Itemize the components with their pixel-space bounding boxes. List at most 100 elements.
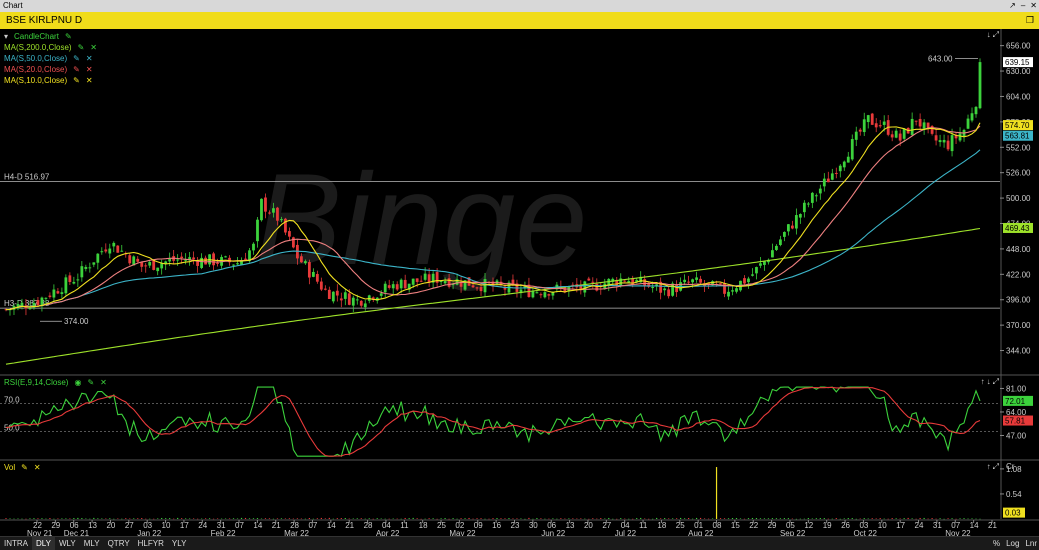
- vol-bar: [173, 518, 175, 520]
- vol-bar: [819, 518, 821, 519]
- close-icon[interactable]: ✕: [1030, 0, 1037, 12]
- minimize-icon[interactable]: –: [1021, 0, 1025, 12]
- candle-body: [363, 303, 367, 308]
- legend-ma20[interactable]: MA(S,20.0,Close) ✎ ✕: [4, 64, 97, 75]
- edit-pencil-icon[interactable]: ✎: [21, 462, 28, 473]
- candle-body: [755, 267, 758, 274]
- vol-bar: [356, 518, 358, 519]
- candle-body: [926, 122, 930, 128]
- candle-body: [882, 121, 886, 125]
- tf-halfyearly[interactable]: HLFYR: [134, 537, 168, 550]
- candle-body: [910, 118, 914, 135]
- candle-body: [268, 212, 271, 214]
- vol-bar: [959, 518, 961, 519]
- candle-body: [104, 249, 108, 252]
- candle-body: [651, 286, 655, 288]
- tf-monthly[interactable]: MLY: [80, 537, 104, 550]
- linear-scale-button[interactable]: Lnr: [1025, 537, 1037, 550]
- candle-body: [723, 282, 726, 294]
- candle-body: [539, 294, 543, 296]
- candle-body: [866, 115, 870, 123]
- tf-daily[interactable]: DLY: [32, 537, 55, 550]
- edit-pencil-icon[interactable]: ✎: [73, 75, 80, 86]
- candle-body: [48, 295, 52, 297]
- vol-bar: [516, 518, 518, 519]
- candle-body: [20, 302, 24, 307]
- x-month-label: Sep 22: [780, 529, 806, 536]
- legend-ma10[interactable]: MA(S,10.0,Close) ✎ ✕: [4, 75, 97, 86]
- pane-expand-icon[interactable]: ⤢: [993, 377, 999, 387]
- remove-x-icon[interactable]: ✕: [34, 462, 41, 473]
- vol-bar: [751, 517, 754, 519]
- price-tick-label: 630.00: [1006, 67, 1031, 76]
- legend-ma200[interactable]: MA(S,200.0,Close) ✎ ✕: [4, 42, 97, 53]
- tf-yearly[interactable]: YLY: [168, 537, 191, 550]
- x-tick-label: 27: [125, 521, 134, 530]
- chart-area[interactable]: Binge656.00630.00604.00578.00552.00526.0…: [0, 29, 1039, 538]
- vol-bar: [476, 518, 478, 519]
- legend-candle[interactable]: ▾ CandleChart ✎: [4, 31, 97, 42]
- candle-body: [52, 289, 56, 298]
- candle-body: [192, 257, 196, 260]
- percent-scale-button[interactable]: %: [993, 537, 1000, 550]
- collapse-icon[interactable]: ▾: [4, 31, 8, 42]
- vol-bar: [37, 518, 39, 519]
- remove-x-icon[interactable]: ✕: [86, 75, 93, 86]
- legend-label-ma10: MA(S,10.0,Close): [4, 76, 68, 85]
- tf-weekly[interactable]: WLY: [55, 537, 80, 550]
- pane-up-icon[interactable]: ↑: [981, 377, 985, 387]
- chart-svg[interactable]: Binge656.00630.00604.00578.00552.00526.0…: [0, 29, 1039, 538]
- legend-ma50[interactable]: MA(S,50.0,Close) ✎ ✕: [4, 53, 97, 64]
- remove-x-icon[interactable]: ✕: [86, 53, 93, 64]
- vol-bar: [883, 518, 885, 520]
- vol-bar: [53, 518, 55, 520]
- legend-label-ma200: MA(S,200.0,Close): [4, 43, 72, 52]
- high-annotation: 643.00: [928, 54, 953, 63]
- candle-body: [236, 263, 239, 265]
- vol-bar: [536, 518, 538, 519]
- restore-icon[interactable]: ↗: [1009, 0, 1016, 12]
- vol-bar: [332, 518, 334, 520]
- candle-body: [216, 262, 219, 264]
- candle-body: [890, 134, 894, 138]
- edit-pencil-icon[interactable]: ✎: [73, 53, 80, 64]
- eye-icon[interactable]: ◉: [74, 377, 81, 388]
- rsi-tick-label: 81.00: [1006, 384, 1027, 393]
- vol-legend: Vol ✎ ✕: [4, 462, 41, 473]
- vol-bar: [512, 518, 514, 519]
- vol-bar: [947, 518, 949, 519]
- candle-body: [108, 248, 112, 254]
- edit-pencil-icon[interactable]: ✎: [65, 31, 72, 42]
- pane-expand-icon[interactable]: ⤢: [993, 462, 999, 472]
- detach-icon[interactable]: ❐: [1026, 15, 1034, 26]
- remove-x-icon[interactable]: ✕: [100, 377, 107, 388]
- tf-intra[interactable]: INTRA: [0, 537, 32, 550]
- candle-body: [531, 290, 535, 298]
- candle-body: [743, 278, 746, 284]
- candle-body: [970, 113, 974, 121]
- vol-pane: Cr1.080.540.03: [5, 462, 1025, 520]
- pane-down-icon[interactable]: ↓: [987, 377, 991, 387]
- pane-expand-icon[interactable]: ⤢: [993, 30, 999, 40]
- edit-pencil-icon[interactable]: ✎: [87, 377, 94, 388]
- edit-pencil-icon[interactable]: ✎: [78, 42, 85, 53]
- log-scale-button[interactable]: Log: [1006, 537, 1019, 550]
- candle-body: [411, 278, 415, 285]
- pane-up-icon[interactable]: ↑: [987, 462, 991, 472]
- vol-bar: [93, 517, 95, 519]
- candle-body: [88, 267, 92, 269]
- tf-quarterly[interactable]: QTRY: [104, 537, 134, 550]
- remove-x-icon[interactable]: ✕: [90, 42, 97, 53]
- vol-bar: [803, 518, 805, 520]
- rsi-tick-label: 47.00: [1006, 431, 1027, 440]
- x-tick-label: 31: [933, 521, 942, 530]
- vol-bar: [240, 517, 243, 519]
- vol-bar: [65, 518, 67, 519]
- vol-bar: [308, 517, 310, 519]
- candle-body: [347, 293, 351, 305]
- candle-body: [64, 277, 68, 294]
- pane-down-icon[interactable]: ↓: [987, 30, 991, 40]
- remove-x-icon[interactable]: ✕: [86, 64, 93, 75]
- rsi-label: RSI(E,9,14,Close): [4, 378, 69, 387]
- edit-pencil-icon[interactable]: ✎: [73, 64, 80, 75]
